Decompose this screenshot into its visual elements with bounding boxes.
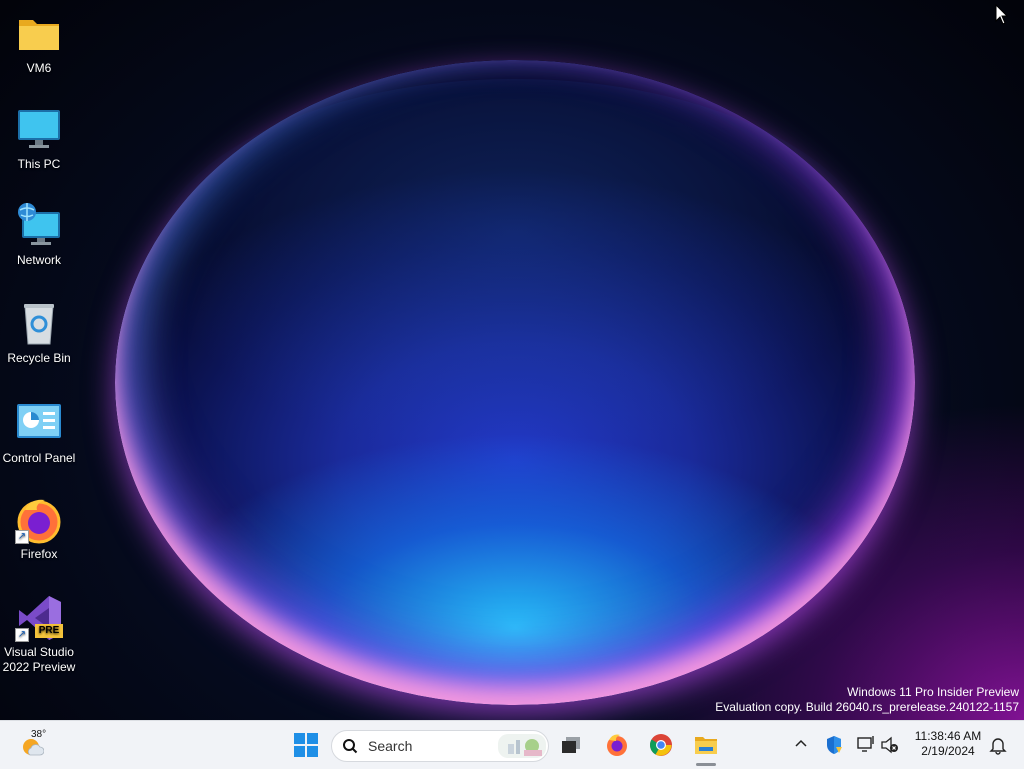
recycle-bin-icon [15,300,63,348]
network-volume-tray-button[interactable] [856,735,900,755]
taskbar-clock[interactable]: 11:38:46 AM 2/19/2024 [910,729,986,759]
desktop-icon-label: VM6 [26,61,52,75]
task-view-icon [562,737,580,753]
chevron-up-icon [795,739,807,747]
mouse-cursor-icon [995,3,1009,31]
task-view-button[interactable] [555,729,587,761]
search-placeholder: Search [368,738,413,754]
desktop-wallpaper: Windows 11 Pro Insider Preview Evaluatio… [0,0,1024,720]
bell-icon [989,738,1007,755]
wallpaper-bloom [115,60,915,705]
taskbar-search-box[interactable]: Search [331,730,549,762]
shortcut-arrow-icon: ↗ [15,628,29,642]
clock-time: 11:38:46 AM [914,729,982,743]
desktop-icon-label: Firefox [20,547,58,561]
desktop-icon-label: Recycle Bin [7,351,71,365]
control-panel-icon [15,400,63,448]
defender-tray-button[interactable] [824,735,844,755]
volume-muted-icon [881,736,898,754]
desktop-icon-recycle-bin[interactable]: Recycle Bin [0,300,78,366]
desktop-icon-visual-studio[interactable]: PRE ↗ Visual Studio 2022 Preview [0,594,78,675]
chrome-icon [650,734,672,756]
taskbar-chrome-button[interactable] [645,729,677,761]
taskbar: 38° Search 11:38:46 AM 2/19/2024 [0,720,1024,769]
firefox-icon [607,734,627,756]
desktop-icon-vm6[interactable]: VM6 [0,10,78,76]
defender-shield-icon [827,736,842,754]
shortcut-arrow-icon: ↗ [15,530,29,544]
monitor-icon [15,106,63,154]
desktop-icon-label-line2: 2022 Preview [2,660,76,674]
desktop-icon-this-pc[interactable]: This PC [0,106,78,172]
desktop-icon-network[interactable]: Network [0,202,78,268]
desktop-icon-label-line1: Visual Studio [4,645,74,659]
watermark-line2: Evaluation copy. Build 26040.rs_prerelea… [715,700,1019,714]
weather-temperature: 38° [31,729,47,740]
taskbar-firefox-button[interactable] [601,729,633,761]
firefox-icon: ↗ [15,496,63,544]
taskbar-file-explorer-button[interactable] [690,729,722,766]
weather-widget[interactable]: 38° [14,729,64,761]
preview-badge: PRE [35,624,63,638]
notifications-button[interactable] [988,735,1008,755]
file-explorer-icon [695,737,717,754]
windows-start-icon [294,733,318,757]
desktop-icon-label: Control Panel [2,451,76,465]
desktop-icon-label: This PC [17,157,61,171]
clock-date: 2/19/2024 [921,744,975,758]
desktop-icon-label: Network [16,253,61,267]
desktop-icon-firefox[interactable]: ↗ Firefox [0,496,78,562]
network-status-icon [857,736,874,752]
evaluation-watermark: Windows 11 Pro Insider Preview Evaluatio… [715,685,1019,715]
search-icon [343,739,358,754]
running-indicator [696,763,716,766]
start-button[interactable] [290,729,322,761]
show-hidden-icons-button[interactable] [792,735,810,753]
network-icon [15,202,63,250]
desktop-icon-control-panel[interactable]: Control Panel [0,400,78,466]
visual-studio-icon: PRE ↗ [15,594,63,642]
folder-icon [15,10,63,58]
watermark-line1: Windows 11 Pro Insider Preview [847,685,1019,699]
search-highlight-icon [498,734,546,758]
